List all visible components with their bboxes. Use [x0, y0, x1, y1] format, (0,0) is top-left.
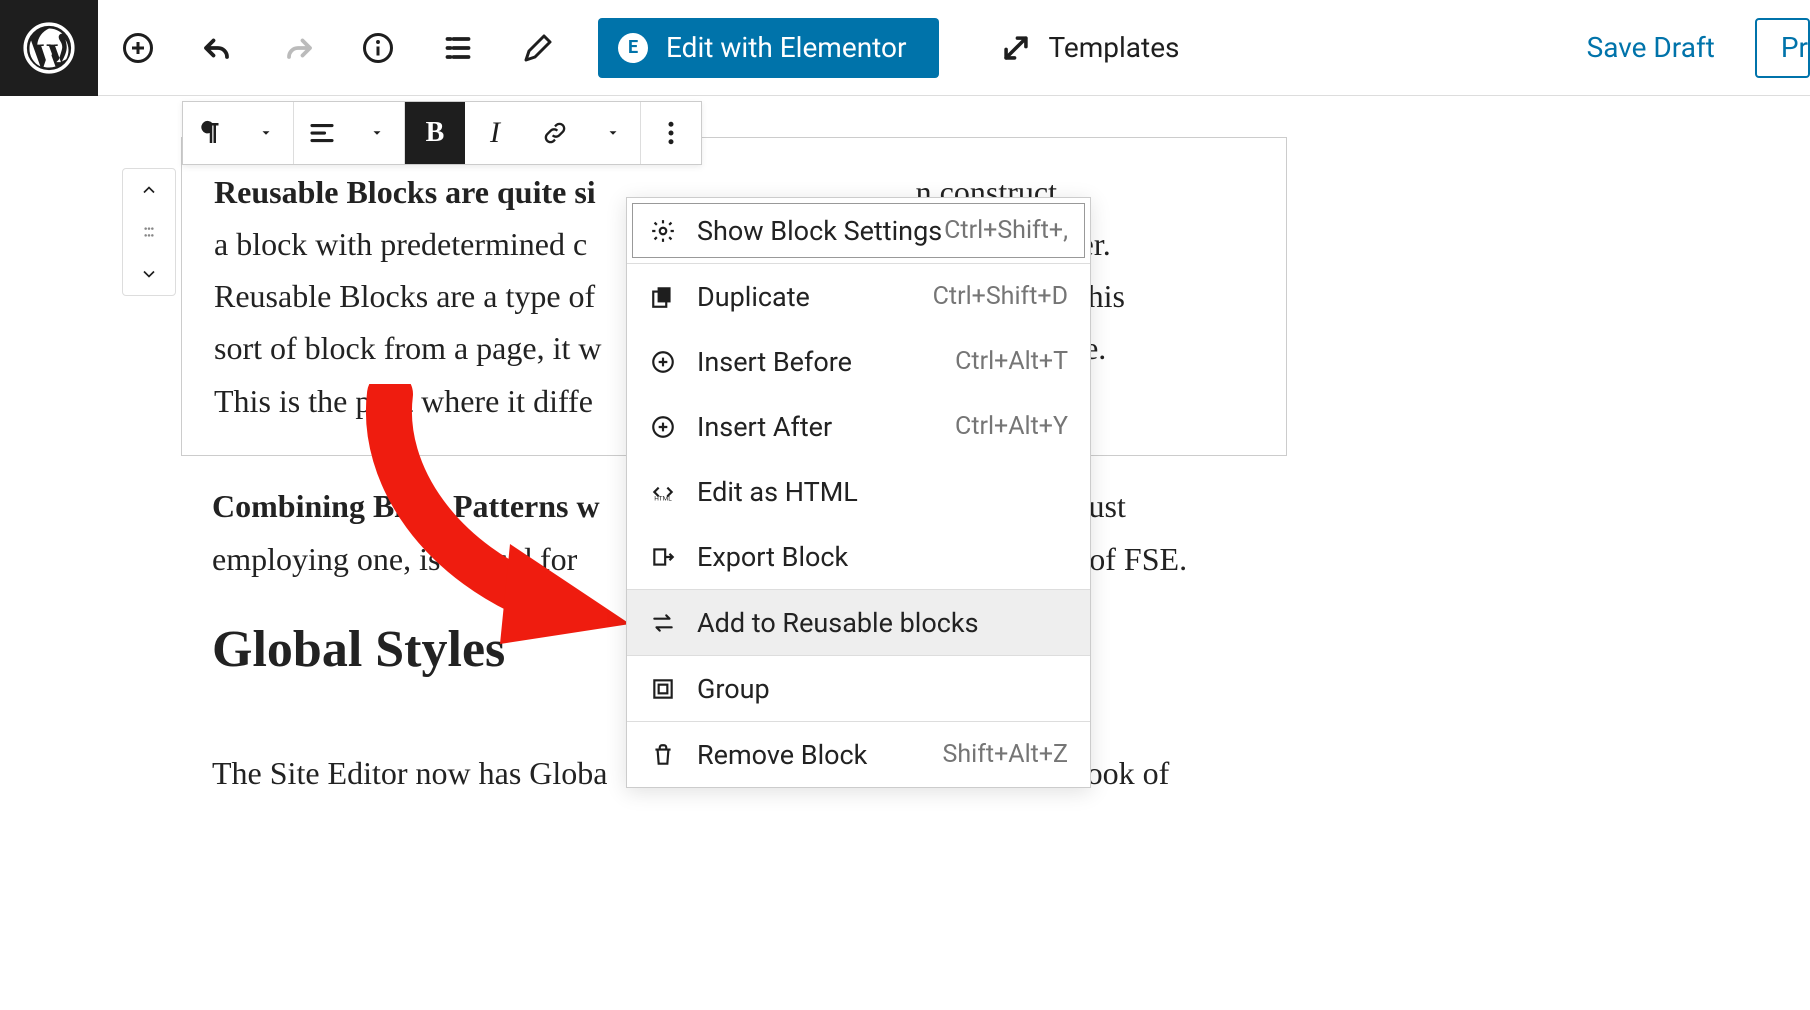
align-dropdown[interactable]: [349, 102, 404, 164]
caret-down-icon: [370, 126, 384, 140]
redo-button[interactable]: [258, 0, 338, 96]
templates-label: Templates: [1049, 31, 1180, 64]
block-toolbar: B I: [182, 101, 702, 165]
html-icon: HTML: [650, 479, 676, 505]
list-view-button[interactable]: [418, 0, 498, 96]
group-icon: [650, 676, 676, 702]
link-icon: [541, 119, 569, 147]
align-button[interactable]: [294, 102, 349, 164]
italic-button[interactable]: I: [465, 102, 525, 164]
info-button[interactable]: [338, 0, 418, 96]
svg-text:HTML: HTML: [654, 494, 672, 502]
redo-icon: [280, 30, 316, 66]
heading-block[interactable]: Global Styles: [212, 620, 505, 679]
block-inserter-button[interactable]: [98, 0, 178, 96]
save-draft-button[interactable]: Save Draft: [1587, 31, 1715, 64]
align-icon: [307, 118, 337, 148]
duplicate-icon: [650, 284, 676, 310]
edit-mode-button[interactable]: [498, 0, 578, 96]
reusable-icon: [650, 610, 676, 636]
move-up-button[interactable]: [123, 169, 175, 211]
undo-icon: [200, 30, 236, 66]
bold-button[interactable]: B: [405, 102, 465, 164]
insert-before-icon: [650, 349, 676, 375]
templates-icon: [999, 31, 1033, 65]
paragraph-icon: [196, 118, 226, 148]
elementor-icon: E: [618, 33, 648, 63]
trash-icon: [650, 742, 676, 768]
caret-down-icon: [606, 126, 620, 140]
block-type-dropdown[interactable]: [238, 102, 293, 164]
insert-after-icon: [650, 414, 676, 440]
pencil-icon: [520, 30, 556, 66]
block-options-dropdown: Show Block Settings Ctrl+Shift+, Duplica…: [626, 197, 1091, 788]
wordpress-logo[interactable]: [0, 0, 98, 96]
drag-icon: [139, 222, 159, 242]
elementor-label: Edit with Elementor: [666, 31, 907, 64]
menu-edit-html[interactable]: HTML Edit as HTML: [627, 459, 1090, 524]
menu-duplicate[interactable]: Duplicate Ctrl+Shift+D: [627, 264, 1090, 329]
drag-handle[interactable]: [123, 211, 175, 253]
menu-add-reusable-blocks[interactable]: Add to Reusable blocks: [627, 590, 1090, 655]
menu-export-block[interactable]: Export Block: [627, 524, 1090, 589]
menu-group[interactable]: Group: [627, 656, 1090, 721]
undo-button[interactable]: [178, 0, 258, 96]
list-icon: [440, 30, 476, 66]
block-mover: [122, 168, 176, 296]
export-icon: [650, 544, 676, 570]
menu-insert-after[interactable]: Insert After Ctrl+Alt+Y: [627, 394, 1090, 459]
chevron-up-icon: [139, 180, 159, 200]
menu-show-block-settings[interactable]: Show Block Settings Ctrl+Shift+,: [627, 198, 1090, 263]
edit-with-elementor-button[interactable]: E Edit with Elementor: [598, 18, 939, 78]
wordpress-icon: [23, 22, 75, 74]
block-type-button[interactable]: [183, 102, 238, 164]
info-icon: [360, 30, 396, 66]
menu-remove-block[interactable]: Remove Block Shift+Alt+Z: [627, 722, 1090, 787]
ellipsis-vertical-icon: [656, 118, 686, 148]
link-button[interactable]: [525, 102, 585, 164]
more-rich-text-dropdown[interactable]: [585, 102, 640, 164]
bold-text: Reusable Blocks are quite si: [214, 174, 596, 210]
gear-icon: [650, 218, 676, 244]
editor-top-toolbar: E Edit with Elementor Templates Save Dra…: [0, 0, 1810, 96]
chevron-down-icon: [139, 264, 159, 284]
move-down-button[interactable]: [123, 253, 175, 295]
menu-insert-before[interactable]: Insert Before Ctrl+Alt+T: [627, 329, 1090, 394]
more-options-button[interactable]: [641, 102, 701, 164]
preview-button[interactable]: Pr: [1755, 18, 1810, 78]
plus-circle-icon: [120, 30, 156, 66]
templates-button[interactable]: Templates: [999, 31, 1180, 65]
caret-down-icon: [259, 126, 273, 140]
